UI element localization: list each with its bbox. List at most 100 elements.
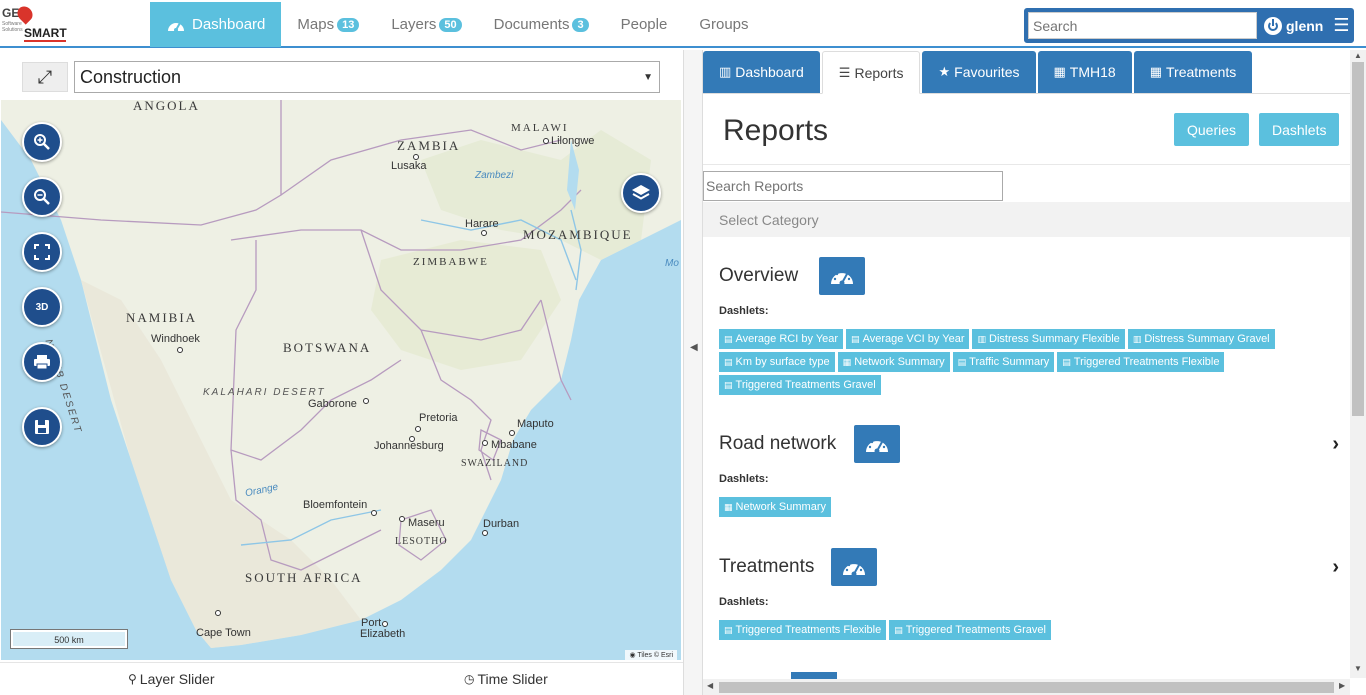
section-treatments: Treatments › Dashlets: ▤ Triggered Treatm… [719, 548, 1339, 656]
tab-favourites-label: Favourites [954, 64, 1020, 80]
layers-count-badge: 50 [439, 17, 462, 32]
nav-groups[interactable]: Groups [683, 2, 764, 47]
nav-documents[interactable]: Documents 3 [478, 2, 605, 47]
section-title: Road network [719, 433, 837, 454]
dashlets-label: Dashlets: [719, 473, 769, 485]
treatments-dashboard-button[interactable] [831, 548, 877, 586]
scrollbar-thumb[interactable] [1352, 62, 1364, 416]
city-marker [415, 426, 421, 432]
horizontal-scrollbar[interactable]: ◀ ▶ [703, 679, 1350, 695]
list-icon: ☰ [838, 64, 851, 80]
3d-view-button[interactable]: 3D [22, 287, 62, 327]
map-label-johannesburg: Johannesburg [374, 440, 444, 452]
nav-layers[interactable]: Layers 50 [375, 2, 477, 47]
map-label-gaborone: Gaborone [308, 398, 357, 410]
chevron-right-icon[interactable]: › [1332, 433, 1339, 456]
tab-reports[interactable]: ☰ Reports [821, 51, 921, 94]
map-selector-dropdown[interactable]: Construction ▼ [74, 61, 660, 93]
chevron-right-icon[interactable]: › [1332, 556, 1339, 579]
hamburger-menu-icon[interactable]: ☰ [1333, 15, 1349, 36]
full-extent-button[interactable] [22, 232, 62, 272]
table-icon: ▤ [957, 356, 967, 367]
scroll-right-arrow-icon[interactable]: ▶ [1339, 681, 1345, 690]
next-section-button-partial[interactable] [791, 672, 837, 679]
dashboard-gauge-icon [866, 438, 888, 454]
map-attribution: ◉ Tiles © Esri [625, 650, 677, 660]
dashlet-chip-label: Distress Summary Flexible [989, 333, 1120, 345]
scroll-left-arrow-icon[interactable]: ◀ [707, 681, 713, 690]
dashlet-chip[interactable]: ▤ Average RCI by Year [719, 329, 844, 349]
expand-map-button[interactable]: ⤢ [22, 62, 68, 92]
tab-dashboard-label: Dashboard [735, 64, 804, 80]
save-map-button[interactable] [22, 407, 62, 447]
map-label-south-africa: SOUTH AFRICA [245, 570, 363, 585]
geosmart-logo[interactable]: GEO Software Solutions SMART [2, 3, 67, 44]
category-selector[interactable]: Select Category [703, 202, 1350, 237]
dashlet-chip[interactable]: ▤ Average VCI by Year [846, 329, 970, 349]
dashlet-chip[interactable]: ▤ Triggered Treatments Flexible [1057, 352, 1225, 372]
layers-toggle-button[interactable] [621, 173, 661, 213]
map-canvas[interactable]: ANGOLA ZAMBIA MALAWI Lilongwe Lusaka Zam… [1, 100, 681, 660]
layer-slider-link[interactable]: ⚲ Layer Slider [128, 671, 215, 687]
collapse-left-icon[interactable]: ◀ [690, 342, 698, 353]
dashlet-chip-label: Network Summary [854, 356, 945, 368]
documents-count-badge: 3 [572, 17, 589, 32]
nav-dashboard[interactable]: Dashboard [150, 2, 282, 47]
dashlet-chip[interactable]: ▥ Distress Summary Gravel [1127, 329, 1275, 349]
dashlet-chip[interactable]: ▤ Km by surface type [719, 352, 835, 372]
section-title: Treatments [719, 556, 815, 577]
dashlet-chip[interactable]: ▦ Network Summary [719, 497, 831, 517]
star-icon: ★ [938, 64, 951, 79]
dashlet-chip-label: Km by surface type [735, 356, 830, 368]
dashboard-gauge-icon [843, 561, 865, 577]
scroll-down-arrow-icon[interactable]: ▼ [1354, 664, 1362, 673]
scrollbar-thumb[interactable] [719, 682, 1334, 693]
dashlet-chip[interactable]: ▦ Network Summary [837, 352, 950, 372]
zoom-out-button[interactable] [22, 177, 62, 217]
panel-splitter[interactable]: ◀ [683, 50, 703, 695]
global-search-input[interactable] [1028, 12, 1257, 39]
dashlet-chip-label: Triggered Treatments Gravel [905, 624, 1046, 636]
section-title: Overview [719, 265, 799, 286]
user-menu[interactable]: glenn ☰ [1264, 10, 1349, 41]
city-marker [399, 516, 405, 522]
grid-icon: ▦ [842, 356, 852, 367]
print-button[interactable] [22, 342, 62, 382]
tab-tmh18[interactable]: ▦ TMH18 [1037, 51, 1132, 93]
time-slider-link[interactable]: ◷ Time Slider [464, 671, 548, 687]
city-marker [482, 530, 488, 536]
top-navbar: GEO Software Solutions SMART Dashboard M… [0, 0, 1366, 48]
map-label-malawi: MALAWI [511, 122, 569, 134]
vertical-scrollbar[interactable]: ▲ ▼ [1350, 50, 1366, 678]
power-icon[interactable] [1264, 16, 1282, 35]
map-label-lilongwe: Lilongwe [551, 135, 595, 147]
dashlet-chip[interactable]: ▤ Triggered Treatments Flexible [719, 620, 887, 640]
map-scale-bar: 500 km [10, 629, 128, 649]
3d-icon: 3D [35, 301, 49, 313]
overview-dashboard-button[interactable] [819, 257, 865, 295]
zoom-in-button[interactable] [22, 122, 62, 162]
nav-dashboard-label: Dashboard [192, 16, 266, 33]
queries-button[interactable]: Queries [1174, 113, 1250, 146]
map-label-zambezi: Zambezi [475, 170, 514, 181]
road-network-dashboard-button[interactable] [854, 425, 900, 463]
dashlet-chip[interactable]: ▥ Distress Summary Flexible [972, 329, 1125, 349]
nav-people[interactable]: People [605, 2, 684, 47]
dashlet-chip[interactable]: ▤ Triggered Treatments Gravel [719, 375, 881, 395]
dashlet-chip[interactable]: ▤ Traffic Summary [952, 352, 1055, 372]
tab-dashboard[interactable]: ▥ Dashboard [703, 51, 820, 93]
floppy-disk-icon [35, 420, 49, 434]
dashlets-button[interactable]: Dashlets [1259, 113, 1340, 146]
page-title: Reports [723, 114, 829, 147]
report-search-input[interactable] [703, 171, 1003, 201]
map-label-harare: Harare [465, 218, 499, 230]
tab-favourites[interactable]: ★ Favourites [922, 51, 1036, 93]
scroll-up-arrow-icon[interactable]: ▲ [1354, 51, 1362, 60]
nav-maps[interactable]: Maps 13 [281, 2, 375, 47]
dashlets-label: Dashlets: [719, 305, 769, 317]
dashlet-chip[interactable]: ▤ Triggered Treatments Gravel [889, 620, 1051, 640]
nav-documents-label: Documents [493, 16, 570, 33]
map-label-bloemfontein: Bloemfontein [303, 499, 368, 511]
map-label-maseru: Maseru [408, 517, 445, 529]
tab-treatments[interactable]: ▦ Treatments [1133, 51, 1253, 93]
